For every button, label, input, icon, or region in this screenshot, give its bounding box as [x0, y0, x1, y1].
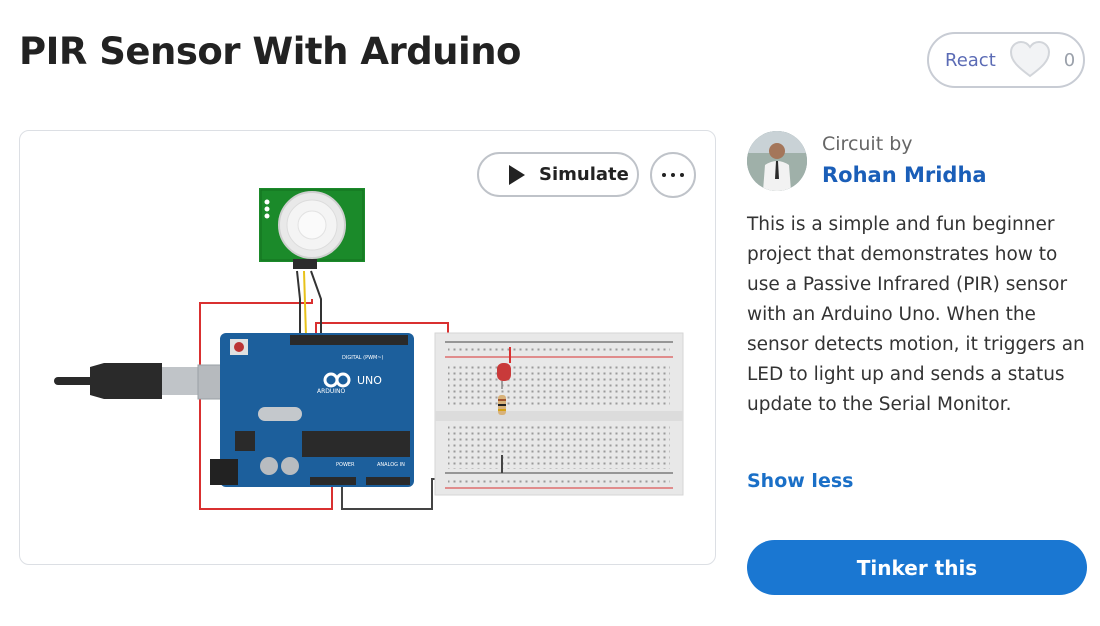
- more-dots-icon: [662, 173, 666, 177]
- simulate-label: Simulate: [539, 164, 629, 185]
- author-avatar[interactable]: [747, 131, 807, 191]
- more-options-button[interactable]: [650, 152, 696, 198]
- breadboard: [434, 332, 684, 496]
- project-description: This is a simple and fun beginner projec…: [747, 214, 1085, 415]
- person-avatar-icon: [747, 131, 807, 191]
- simulate-button[interactable]: Simulate: [477, 152, 639, 197]
- heart-icon: [1009, 40, 1050, 78]
- board-power-text: POWER: [336, 462, 355, 468]
- react-label: React: [945, 49, 996, 71]
- page-title: PIR Sensor With Arduino: [19, 30, 521, 73]
- arduino-uno: UNO ARDUINO DIGITAL (PWM~) POWER ANALOG …: [210, 333, 414, 487]
- author-name-link[interactable]: Rohan Mridha: [822, 163, 987, 187]
- usb-cable: [54, 363, 235, 400]
- pir-sensor: [259, 188, 365, 269]
- board-uno-text: UNO: [357, 374, 382, 387]
- circuit-by-label: Circuit by: [822, 133, 913, 155]
- play-icon: [509, 164, 525, 185]
- resistor: [498, 395, 506, 415]
- show-less-link[interactable]: Show less: [747, 470, 853, 492]
- react-button[interactable]: React 0: [927, 32, 1085, 88]
- circuit-canvas[interactable]: UNO ARDUINO DIGITAL (PWM~) POWER ANALOG …: [19, 130, 716, 565]
- board-analog-text: ANALOG IN: [377, 462, 405, 468]
- react-count: 0: [1063, 49, 1076, 71]
- board-arduino-text: ARDUINO: [317, 388, 346, 395]
- board-digital-text: DIGITAL (PWM~): [342, 355, 384, 361]
- tinker-this-button[interactable]: Tinker this: [747, 540, 1087, 595]
